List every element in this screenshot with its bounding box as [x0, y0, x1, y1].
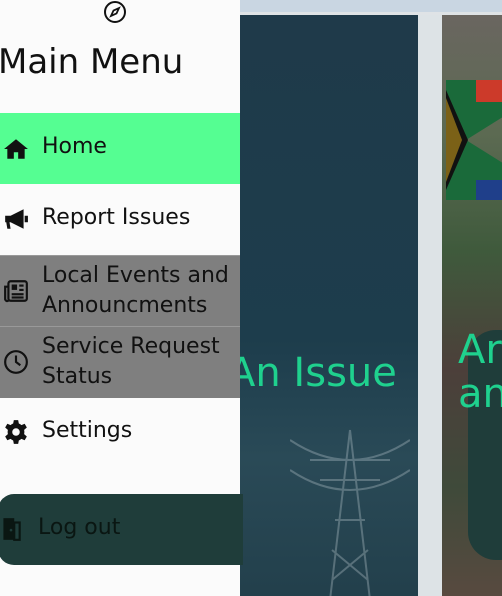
door-exit-icon: [3, 518, 21, 541]
home-icon: [4, 139, 28, 159]
nav-item-service-status-label: Service Request Status: [42, 334, 220, 389]
top-strip: [240, 0, 502, 12]
nav-item-service-request-status[interactable]: Service Request Status: [0, 326, 240, 398]
logout-label: Log out: [38, 515, 121, 540]
nav-item-report-issues[interactable]: Report Issues: [0, 184, 240, 255]
flag-image: [446, 80, 502, 200]
card-title-events-line1: Ar: [458, 327, 502, 373]
nav-item-local-events-label: Local Events and Announcments: [42, 263, 229, 318]
gear-icon: [5, 420, 27, 444]
navigation-drawer: Main Menu Home Report Issues Local Event…: [0, 0, 243, 596]
card-title-report: An Issue: [228, 350, 397, 396]
power-tower-image: [290, 429, 410, 596]
nav-item-home-label: Home: [42, 134, 107, 159]
nav-item-settings[interactable]: Settings: [0, 397, 240, 468]
drawer-title: Main Menu: [0, 42, 184, 82]
nav-item-local-events[interactable]: Local Events and Announcments: [0, 255, 240, 327]
card-title-events-line2: an: [458, 371, 502, 417]
nav-item-settings-label: Settings: [42, 418, 133, 443]
card-title-events: Ar an: [458, 328, 502, 416]
clock-icon: [4, 350, 28, 374]
newspaper-icon: [4, 280, 28, 303]
card-gap: [418, 15, 442, 596]
nav-item-home[interactable]: Home: [0, 113, 240, 184]
nav-item-report-label: Report Issues: [42, 205, 191, 230]
logout-button[interactable]: Log out: [0, 494, 243, 565]
compass-icon[interactable]: [103, 0, 127, 24]
megaphone-icon: [5, 209, 28, 229]
